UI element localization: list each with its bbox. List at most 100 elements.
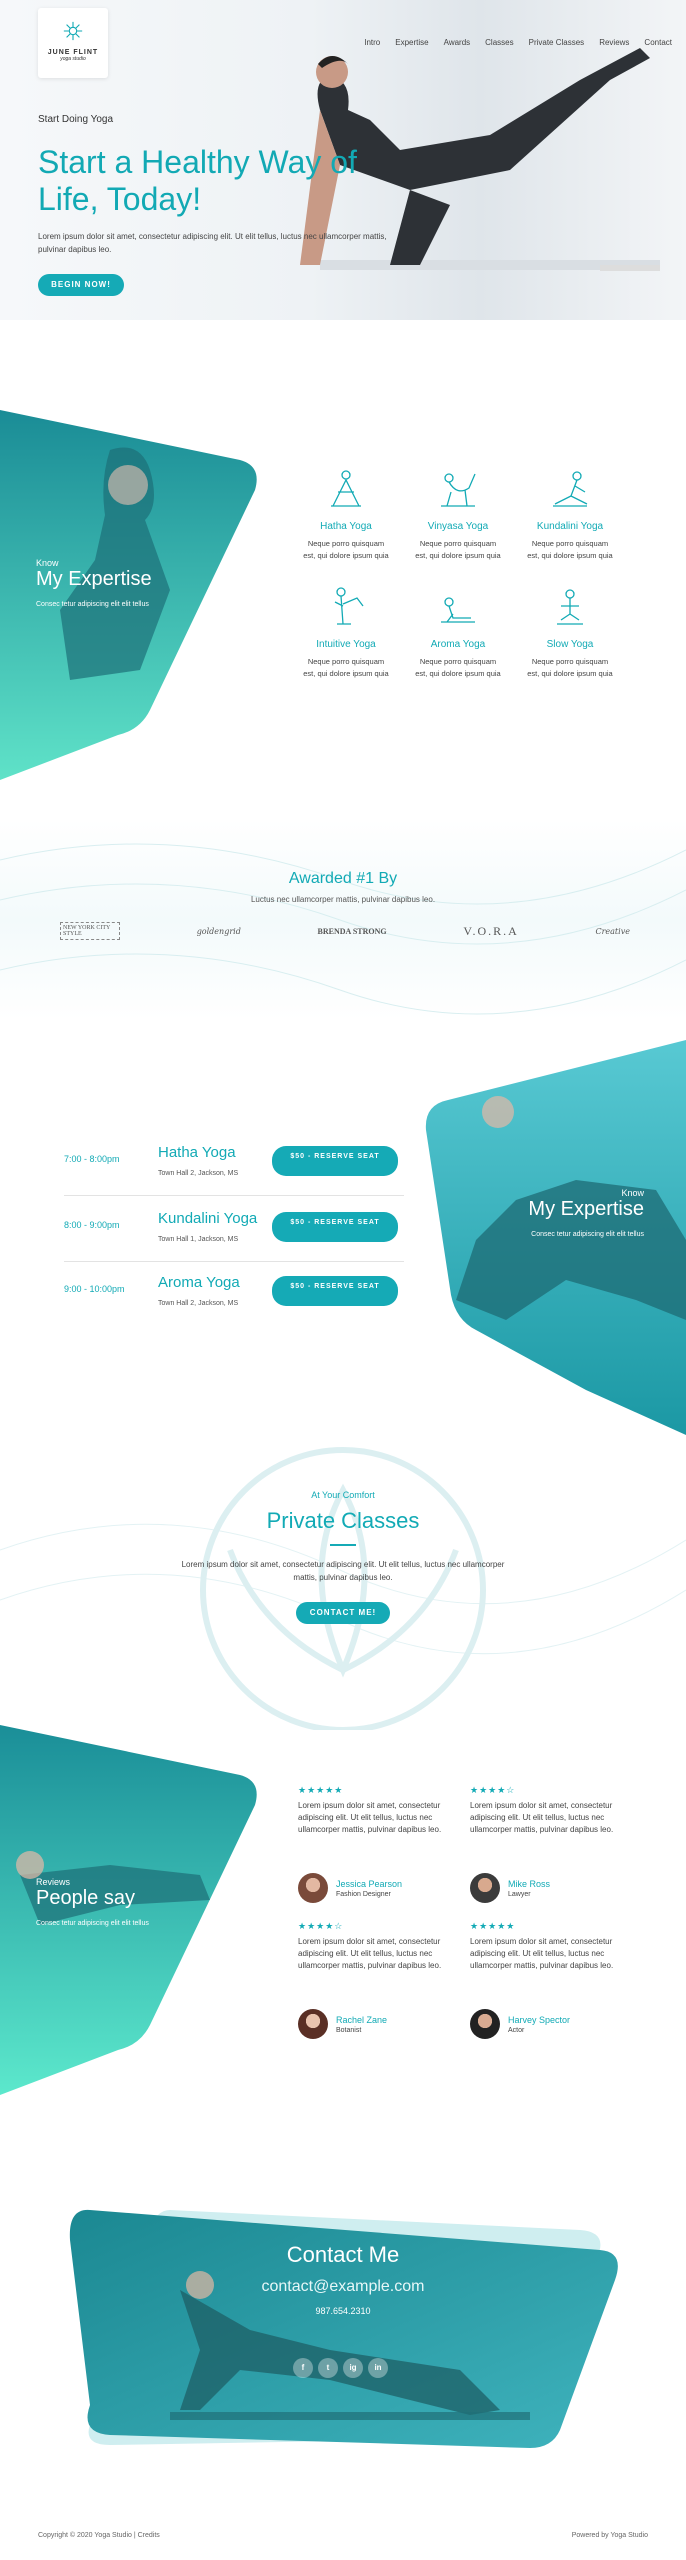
hero-title: Start a Healthy Way of Life, Today! [38,144,357,217]
class-location: Town Hall 1, Jackson, MS [158,1236,239,1243]
expertise-item-desc: Neque porro quisquam est, qui dolore ips… [303,539,389,560]
review-card: ★★★★★ Lorem ipsum dolor sit amet, consec… [298,1785,458,1903]
reviewer-name: Harvey Spector [508,2014,571,2025]
award-logo-goldengrid: goldengrid [196,926,241,936]
reviewer: Rachel Zane Botanist [298,2009,387,2039]
review-text: Lorem ipsum dolor sit amet, consectetur … [470,1801,614,1834]
private-title: Private Classes [266,1508,420,1533]
brand-name: JUNE FLINT [47,49,99,56]
hero-kicker: Start Doing Yoga [38,114,114,125]
class-row: 8:00 - 9:00pm Kundalini Yoga Town Hall 1… [64,1198,404,1262]
expertise-item-desc: Neque porro quisquam est, qui dolore ips… [303,657,389,678]
reserve-seat-button[interactable]: $50 - RESERVE SEAT [272,1276,398,1306]
expertise-item: Aroma Yoga Neque porro quisquam est, qui… [402,584,514,680]
slow-pose-icon [557,589,583,625]
expertise-item-title: Aroma Yoga [430,639,486,650]
schedule-photo [425,1040,686,1435]
class-row: 7:00 - 8:00pm Hatha Yoga Town Hall 2, Ja… [64,1132,404,1196]
footer: Copyright © 2020 Yoga Studio | Credits P… [0,2520,686,2560]
contact-title: Contact Me [286,2242,400,2267]
vinyasa-pose-icon [441,473,476,507]
star-rating: ★★★★☆ [298,1921,344,1931]
expertise-section: Know My Expertise Consec tetur adipiscin… [0,410,686,790]
class-row: 9:00 - 10:00pm Aroma Yoga Town Hall 2, J… [64,1262,404,1326]
award-logo-creative: Creative [595,926,630,936]
expertise-item-title: Intuitive Yoga [316,639,376,650]
class-name: Hatha Yoga [158,1144,236,1161]
kundalini-pose-icon [553,471,588,507]
facebook-icon[interactable]: f [293,2358,313,2378]
instagram-icon[interactable]: ig [343,2358,363,2378]
award-logo-nyc: NEW YORK CITY STYLE [60,922,120,940]
awards-title: Awarded #1 By [288,870,398,887]
expertise-heading: Know My Expertise Consec tetur adipiscin… [36,558,152,608]
copyright: Copyright © 2020 Yoga Studio | Credits [38,2532,160,2539]
contact-phone[interactable]: 987.654.2310 [0,2306,686,2316]
reviews-kicker: Reviews [36,1877,71,1887]
star-rating: ★★★★☆ [470,1785,516,1795]
expertise-item: Vinyasa Yoga Neque porro quisquam est, q… [402,466,514,562]
schedule-section: Know My Expertise Consec tetur adipiscin… [0,1040,686,1440]
avatar [298,2009,328,2039]
reviewer: Mike Ross Lawyer [470,1873,550,1903]
expertise-item: Hatha Yoga Neque porro quisquam est, qui… [290,466,402,562]
expertise-item-title: Kundalini Yoga [536,521,604,532]
expertise-kicker: Know [36,558,59,568]
avatar [470,2009,500,2039]
expertise-item: Intuitive Yoga Neque porro quisquam est,… [290,584,402,680]
contact-email[interactable]: contact@example.com [0,2278,686,2296]
hero-section: JUNE FLINT yoga studio Intro Expertise A… [0,0,686,320]
schedule-sub: Consec tetur adipiscing elit elit tellus [531,1231,644,1238]
review-card: ★★★★★ Lorem ipsum dolor sit amet, consec… [470,1921,630,2039]
linkedin-icon[interactable]: in [368,2358,388,2378]
reviews-heading: Reviews People say Consec tetur adipisci… [36,1877,149,1927]
expertise-item-title: Hatha Yoga [320,521,372,532]
class-name: Aroma Yoga [158,1274,240,1291]
review-text: Lorem ipsum dolor sit amet, consectetur … [298,1801,442,1834]
expertise-item-title: Slow Yoga [546,639,594,650]
expertise-item-desc: Neque porro quisquam est, qui dolore ips… [415,657,501,678]
star-rating: ★★★★★ [470,1921,516,1931]
class-time: 7:00 - 8:00pm [64,1154,120,1164]
schedule-title: My Expertise [528,1198,644,1220]
expertise-item: Kundalini Yoga Neque porro quisquam est,… [514,466,626,562]
expertise-sub: Consec tetur adipiscing elit elit tellus [36,601,149,608]
row-divider [64,1195,404,1196]
avatar [298,1873,328,1903]
begin-now-button[interactable]: BEGIN NOW! [38,274,124,296]
awards-sub: Luctus nec ullamcorper mattis, pulvinar … [250,895,436,904]
hatha-pose-icon [331,470,361,507]
intuitive-pose-icon [334,587,364,625]
private-description: Lorem ipsum dolor sit amet, consectetur … [181,1560,505,1582]
reviewer-role: Fashion Designer [336,1890,391,1898]
reviewer: Harvey Spector Actor [470,2009,570,2039]
awards-section: Awarded #1 By Luctus nec ullamcorper mat… [0,820,686,1020]
review-text: Lorem ipsum dolor sit amet, consectetur … [298,1937,442,1970]
contact-me-button[interactable]: CONTACT ME! [296,1602,390,1624]
award-logo-vora: V.O.R.A [463,923,519,938]
reserve-seat-button[interactable]: $50 - RESERVE SEAT [272,1212,398,1242]
site-logo[interactable]: JUNE FLINT yoga studio [38,8,108,78]
schedule-heading: Know My Expertise Consec tetur adipiscin… [524,1188,644,1238]
class-name: Kundalini Yoga [158,1210,258,1227]
schedule-kicker: Know [621,1188,644,1198]
reviewer-role: Lawyer [508,1890,531,1898]
review-card: ★★★★☆ Lorem ipsum dolor sit amet, consec… [298,1921,458,2039]
hero-description: Lorem ipsum dolor sit amet, consectetur … [38,232,387,254]
reviews-section: Reviews People say Consec tetur adipisci… [0,1725,686,2115]
star-rating: ★★★★★ [298,1785,344,1795]
review-card: ★★★★☆ Lorem ipsum dolor sit amet, consec… [470,1785,630,1903]
review-text: Lorem ipsum dolor sit amet, consectetur … [470,1937,614,1970]
title-divider [330,1544,356,1546]
twitter-icon[interactable]: t [318,2358,338,2378]
expertise-item: Slow Yoga Neque porro quisquam est, qui … [514,584,626,680]
reviews-title: People say [36,1887,135,1909]
class-location: Town Hall 2, Jackson, MS [158,1300,239,1307]
class-location: Town Hall 2, Jackson, MS [158,1170,239,1177]
expertise-item-desc: Neque porro quisquam est, qui dolore ips… [527,539,613,560]
reserve-seat-button[interactable]: $50 - RESERVE SEAT [272,1146,398,1176]
wave-background [0,843,686,1015]
reviewer-role: Botanist [336,2026,362,2034]
expertise-item-desc: Neque porro quisquam est, qui dolore ips… [415,539,501,560]
contact-photo [69,2209,618,2448]
